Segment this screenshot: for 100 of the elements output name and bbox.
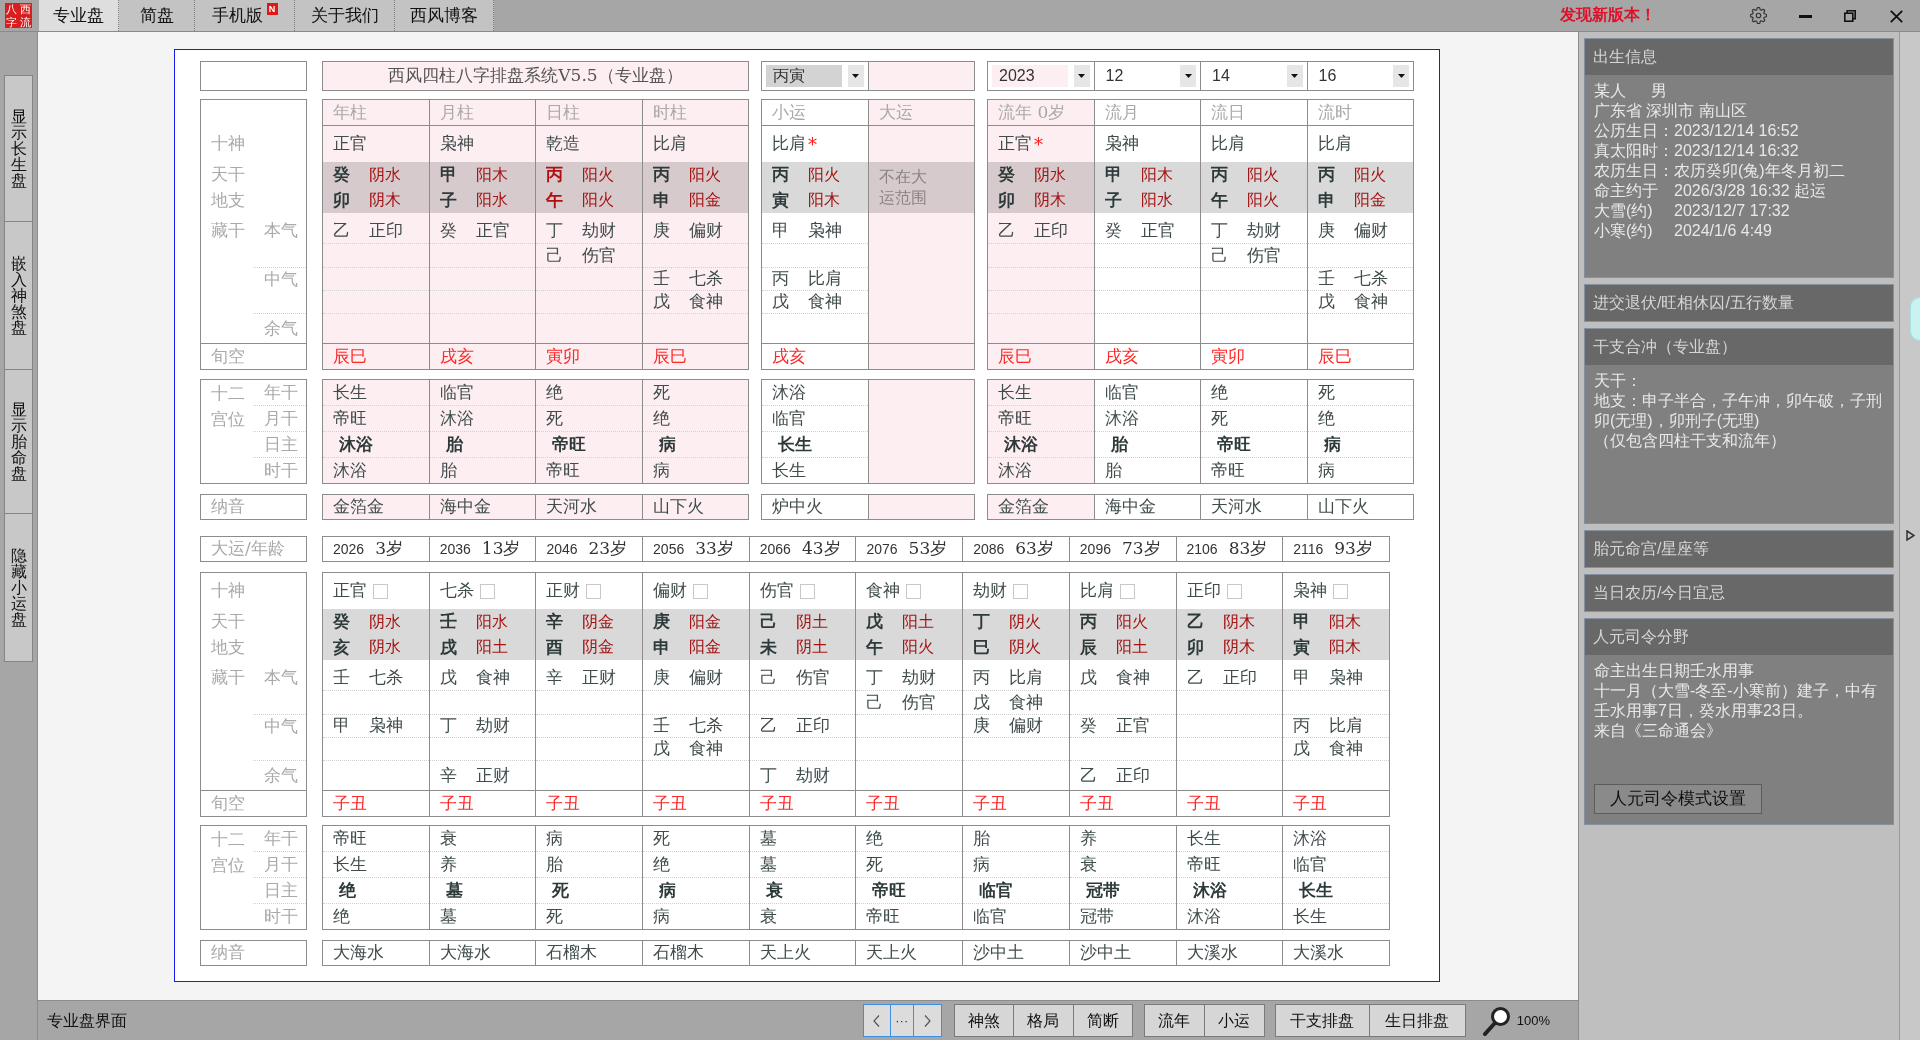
- earthly-branch: 午: [546, 188, 564, 212]
- side-toggle-button[interactable]: 隐藏小运盘: [4, 513, 33, 662]
- earthly-branch: 寅: [772, 188, 790, 212]
- side-toggle-button[interactable]: 显示胎命盘: [4, 369, 33, 514]
- checkbox[interactable]: [479, 583, 495, 599]
- luck-period-cell[interactable]: 2066 43岁: [748, 536, 857, 562]
- triangle-icon[interactable]: [1906, 530, 1915, 541]
- nav-tab[interactable]: 关于我们: [295, 0, 395, 31]
- app-logo: 八 西 字 流: [5, 3, 32, 28]
- life-stage: 帝旺: [333, 406, 367, 430]
- info-value: 2026/3/28 16:32 起运: [1674, 181, 1827, 201]
- next-button[interactable]: [912, 1004, 942, 1037]
- settings-icon[interactable]: [1750, 7, 1767, 24]
- hidden-stem: 壬: [333, 665, 351, 689]
- life-stage: 衰: [759, 904, 777, 928]
- checkbox[interactable]: [1119, 583, 1135, 599]
- nav-tab[interactable]: 手机版 N: [195, 0, 295, 31]
- hidden-stem: 丁: [439, 714, 458, 738]
- toolbar-button[interactable]: 格局: [1012, 1004, 1074, 1037]
- luck-period-cell[interactable]: 2096 73岁: [1068, 536, 1177, 562]
- restore-icon[interactable]: [1844, 10, 1856, 22]
- heavenly-stem: 丙: [546, 163, 564, 186]
- info-line: 来自《三命通会》: [1594, 721, 1723, 741]
- card-header[interactable]: 胎元命宫/星座等: [1585, 531, 1893, 567]
- life-stage: 临官: [979, 878, 1014, 902]
- checkbox[interactable]: [1333, 583, 1349, 599]
- checkbox[interactable]: [586, 583, 602, 599]
- luck-period-cell[interactable]: 2106 83岁: [1175, 536, 1284, 562]
- checkbox[interactable]: [1013, 583, 1029, 599]
- card-header[interactable]: 出生信息: [1585, 39, 1893, 75]
- dropdown-select[interactable]: 14: [1200, 61, 1308, 91]
- life-stage: 临官: [1293, 852, 1328, 876]
- card-header[interactable]: 当日农历/今日宜忌: [1585, 575, 1893, 611]
- row-label: 年干: [264, 380, 298, 404]
- previous-button[interactable]: [862, 1004, 891, 1037]
- checkbox[interactable]: [1226, 583, 1242, 599]
- info-line: 命主出生日期壬水用事: [1594, 661, 1755, 681]
- nav-tab[interactable]: 简盘: [119, 0, 195, 31]
- life-stage: 胎: [445, 432, 463, 456]
- luck-period-cell[interactable]: 2116 93岁: [1282, 536, 1390, 562]
- hidden-stem: 癸: [1079, 714, 1098, 738]
- card-header[interactable]: 干支合冲（专业盘）: [1585, 329, 1893, 365]
- year-text: 2026: [333, 539, 365, 559]
- toolbar-button[interactable]: 简断: [1072, 1004, 1133, 1037]
- year-text: 2096: [1079, 539, 1111, 559]
- dropdown-select[interactable]: 丙寅: [761, 61, 869, 91]
- heavenly-stem: 丙: [1211, 163, 1229, 186]
- checkbox[interactable]: [373, 583, 388, 599]
- side-toggle-button[interactable]: 嵌入神煞盘: [4, 221, 33, 370]
- toolbar-button[interactable]: 干支排盘: [1274, 1004, 1370, 1037]
- magnifier-icon[interactable]: [1481, 1005, 1511, 1036]
- luck-period-cell[interactable]: 2076 53岁: [855, 536, 964, 562]
- checkbox[interactable]: [906, 583, 922, 599]
- luck-period-cell[interactable]: 2046 23岁: [535, 536, 644, 562]
- heavenly-stem: 癸: [998, 163, 1016, 186]
- toolbar-button[interactable]: 小运: [1203, 1004, 1265, 1037]
- nayin-cell: 天河水: [1200, 494, 1308, 520]
- luck-period-cell[interactable]: 2036 13岁: [428, 536, 537, 562]
- luck-period-cell[interactable]: 2026 3岁: [322, 536, 430, 562]
- dropdown-select[interactable]: 12: [1093, 61, 1201, 91]
- pillar-header: 流年 0岁: [998, 100, 1066, 124]
- ten-god: 正官: [998, 132, 1032, 156]
- row-label: 天干: [211, 163, 245, 186]
- hidden-stem: 戊: [1293, 737, 1312, 761]
- card-header[interactable]: 进交退伏/旺相休囚/五行数量: [1585, 285, 1893, 321]
- heavenly-stem: 甲: [1104, 163, 1123, 186]
- element-label: 阳火: [1247, 163, 1279, 186]
- more-button[interactable]: ···: [889, 1004, 914, 1037]
- checkbox[interactable]: [693, 583, 709, 599]
- toolbar-button[interactable]: 生日排盘: [1368, 1004, 1466, 1037]
- hidden-stem-god: 七杀: [369, 665, 403, 689]
- dropdown-select[interactable]: 16: [1306, 61, 1414, 91]
- luck-period-cell[interactable]: 2086 63岁: [962, 536, 1070, 562]
- side-toggle-button[interactable]: 显示长生盘: [4, 75, 33, 222]
- life-stage: 沐浴: [339, 432, 373, 456]
- toolbar-button[interactable]: 流年: [1143, 1004, 1205, 1037]
- toolbar-button[interactable]: 神煞: [953, 1004, 1014, 1037]
- hidden-stem: 己: [866, 690, 885, 714]
- row-label: 地支: [211, 635, 245, 659]
- life-stage: 沐浴: [1004, 432, 1038, 456]
- element-label: 阴水: [1034, 163, 1066, 186]
- hidden-stem-god: 正财: [582, 665, 617, 689]
- dropdown-select[interactable]: 2023: [987, 61, 1095, 91]
- life-stage: 绝: [546, 380, 563, 404]
- life-stage: 养: [1079, 826, 1097, 850]
- nav-tab[interactable]: 西风博客: [395, 0, 494, 31]
- luck-period-cell[interactable]: 2056 33岁: [642, 536, 750, 562]
- nayin-cell: 沙中土: [962, 940, 1070, 966]
- mode-settings-button[interactable]: 人元司令模式设置: [1594, 784, 1762, 814]
- ten-god: 枭神: [1104, 132, 1139, 156]
- age-text: 73岁: [1121, 537, 1161, 561]
- row-label: 十神: [211, 579, 245, 603]
- card-header[interactable]: 人元司令分野: [1585, 619, 1893, 655]
- earthly-branch: 申: [652, 188, 671, 212]
- nav-tab[interactable]: 专业盘: [39, 0, 119, 31]
- checkbox[interactable]: [799, 583, 815, 599]
- hidden-stem: 甲: [772, 218, 790, 242]
- void-branches: 子丑: [866, 791, 901, 815]
- close-icon[interactable]: [1890, 10, 1903, 23]
- void-branches: 子丑: [1079, 791, 1114, 815]
